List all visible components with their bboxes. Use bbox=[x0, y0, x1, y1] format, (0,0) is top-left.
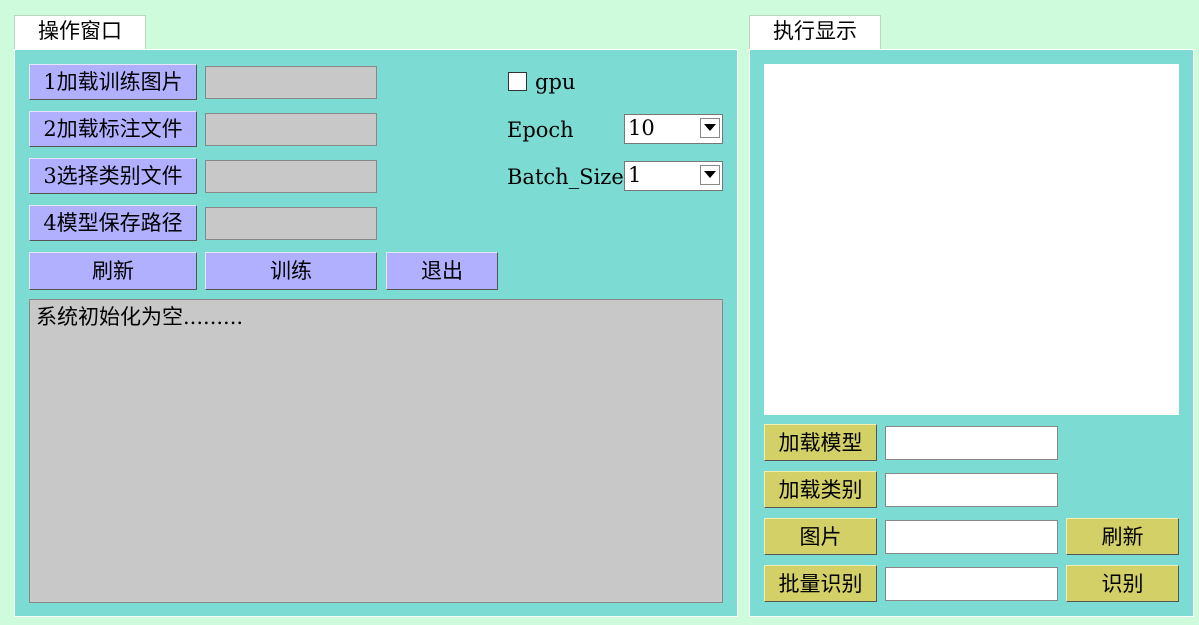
refresh-right-button[interactable]: 刷新 bbox=[1066, 518, 1179, 555]
tab-operation-window[interactable]: 操作窗口 bbox=[14, 15, 146, 50]
classes-path-field[interactable] bbox=[885, 473, 1058, 507]
batch-size-select-value: 1 bbox=[628, 163, 642, 187]
epoch-select[interactable]: 10 bbox=[624, 114, 723, 144]
gpu-label: gpu bbox=[535, 70, 576, 94]
model-path-field[interactable] bbox=[885, 426, 1058, 460]
log-text: 系统初始化为空......... bbox=[36, 305, 244, 329]
image-button[interactable]: 图片 bbox=[764, 518, 877, 555]
chevron-down-icon[interactable] bbox=[700, 118, 720, 138]
epoch-label: Epoch bbox=[507, 118, 574, 142]
select-class-file-button[interactable]: 3选择类别文件 bbox=[29, 158, 197, 194]
exit-button[interactable]: 退出 bbox=[386, 252, 498, 290]
image-path-field[interactable] bbox=[885, 520, 1058, 554]
model-save-path-button[interactable]: 4模型保存路径 bbox=[29, 205, 197, 241]
refresh-button[interactable]: 刷新 bbox=[29, 252, 197, 290]
batch-path-field[interactable] bbox=[885, 567, 1058, 601]
log-output[interactable]: 系统初始化为空......... bbox=[29, 299, 723, 603]
load-classes-button[interactable]: 加载类别 bbox=[764, 471, 877, 508]
load-model-button[interactable]: 加载模型 bbox=[764, 424, 877, 461]
execution-panel: 加载模型 加载类别 图片 刷新 批量识别 识别 bbox=[749, 49, 1194, 617]
batch-size-select[interactable]: 1 bbox=[624, 161, 723, 191]
recognize-button[interactable]: 识别 bbox=[1066, 565, 1179, 602]
model-save-path-field[interactable] bbox=[205, 207, 377, 240]
annotations-path-field[interactable] bbox=[205, 113, 377, 146]
tab-execution-display[interactable]: 执行显示 bbox=[749, 15, 881, 50]
chevron-down-icon[interactable] bbox=[700, 165, 720, 185]
load-annotations-button[interactable]: 2加载标注文件 bbox=[29, 111, 197, 147]
batch-size-label: Batch_Size bbox=[507, 165, 624, 189]
class-file-path-field[interactable] bbox=[205, 160, 377, 193]
load-train-images-button[interactable]: 1加载训练图片 bbox=[29, 64, 197, 100]
train-button[interactable]: 训练 bbox=[205, 252, 377, 290]
batch-recognize-button[interactable]: 批量识别 bbox=[764, 565, 877, 602]
image-display-area bbox=[764, 64, 1179, 415]
epoch-select-value: 10 bbox=[628, 116, 655, 140]
operation-panel: 1加载训练图片 2加载标注文件 3选择类别文件 4模型保存路径 刷新 训练 退出… bbox=[14, 49, 738, 617]
gpu-checkbox[interactable] bbox=[508, 72, 527, 91]
train-images-path-field[interactable] bbox=[205, 66, 377, 99]
